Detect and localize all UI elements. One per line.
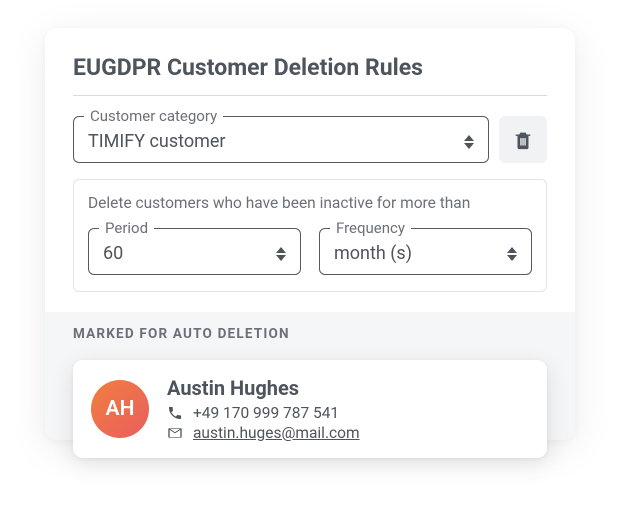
contact-card[interactable]: AH Austin Hughes +49 170 999 787 541 aus… xyxy=(73,360,547,458)
contact-info: Austin Hughes +49 170 999 787 541 austin… xyxy=(167,376,529,442)
customer-category-value: TIMIFY customer xyxy=(88,131,226,152)
contact-phone-line: +49 170 999 787 541 xyxy=(167,404,529,422)
contact-email[interactable]: austin.huges@mail.com xyxy=(193,424,360,442)
sort-icon xyxy=(276,247,286,261)
customer-category-select[interactable]: Customer category TIMIFY customer xyxy=(73,116,489,163)
contact-name: Austin Hughes xyxy=(167,376,529,400)
period-label: Period xyxy=(99,219,154,237)
frequency-select[interactable]: Frequency month (s) xyxy=(319,228,532,275)
customer-category-label: Customer category xyxy=(84,107,223,125)
rule-description: Delete customers who have been inactive … xyxy=(88,194,532,212)
frequency-label: Frequency xyxy=(330,219,411,237)
sort-icon xyxy=(464,135,474,149)
category-row: Customer category TIMIFY customer xyxy=(73,116,547,163)
contact-email-line: austin.huges@mail.com xyxy=(167,424,529,442)
avatar: AH xyxy=(91,380,149,438)
frequency-value: month (s) xyxy=(334,243,412,264)
phone-icon xyxy=(167,405,183,421)
page-title: EUGDPR Customer Deletion Rules xyxy=(73,54,547,96)
email-icon xyxy=(167,425,183,441)
delete-rule-button[interactable] xyxy=(499,116,547,163)
contact-phone: +49 170 999 787 541 xyxy=(193,404,339,422)
marked-for-deletion-section: MARKED FOR AUTO DELETION AH Austin Hughe… xyxy=(45,312,575,440)
period-select[interactable]: Period 60 xyxy=(88,228,301,275)
sort-icon xyxy=(507,247,517,261)
deletion-rules-card: EUGDPR Customer Deletion Rules Customer … xyxy=(45,28,575,440)
marked-label: MARKED FOR AUTO DELETION xyxy=(73,326,547,342)
trash-icon xyxy=(512,128,534,152)
inactivity-rule-panel: Delete customers who have been inactive … xyxy=(73,179,547,292)
period-value: 60 xyxy=(103,243,123,264)
